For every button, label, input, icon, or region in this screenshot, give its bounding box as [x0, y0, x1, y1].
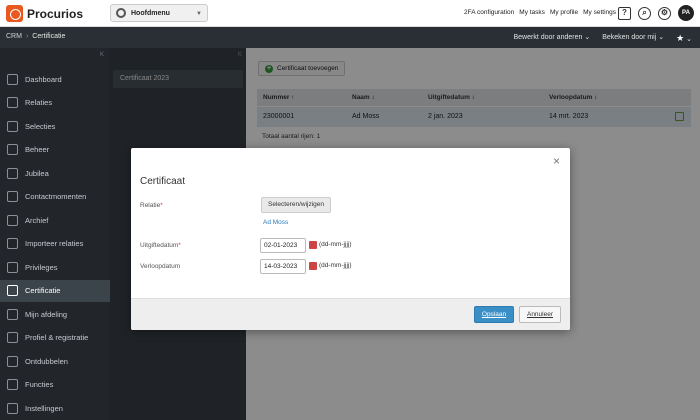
calendar-icon[interactable] [309, 262, 317, 270]
sidebar-item-label: Jubilea [25, 168, 49, 178]
certificate-modal: × Certificaat Relatie* Selecteren/wijzig… [131, 148, 570, 330]
top-links: 2FA configuration My tasks My profile My… [464, 9, 616, 16]
top-icons: ? ⌕ ⚙ PA [618, 5, 694, 21]
link-my-settings[interactable]: My settings [583, 9, 616, 16]
sidebar-item-importeer-relaties[interactable]: Importeer relaties [0, 233, 110, 255]
link-2fa-configuration[interactable]: 2FA configuration [464, 9, 514, 16]
sidebar-item-jubilea[interactable]: Jubilea [0, 162, 110, 184]
settings-icon [7, 402, 18, 414]
link-my-tasks[interactable]: My tasks [519, 9, 545, 16]
certificate-icon [7, 285, 18, 296]
expiry-date-format-hint: (dd-mm-jjjj) [319, 262, 352, 269]
sidebar-item-mijn-afdeling[interactable]: Mijn afdeling [0, 303, 110, 325]
breadcrumb-root[interactable]: CRM [6, 33, 22, 40]
sidebar-item-profiel-registratie[interactable]: Profiel & registratie [0, 327, 110, 349]
selected-relation-link[interactable]: Ad Moss [263, 219, 288, 226]
avatar[interactable]: PA [678, 5, 694, 21]
modal-title: Certificaat [140, 176, 186, 187]
crumbbar-actions: Bewerkt door anderen ⌄ Bekeken door mij … [514, 33, 693, 44]
sidebar-item-dashboard[interactable]: Dashboard [0, 68, 110, 90]
search-icon [7, 73, 18, 85]
procurios-logo-icon [6, 5, 23, 22]
main-menu-label: Hoofdmenu [131, 9, 170, 17]
help-icon[interactable]: ? [618, 6, 631, 20]
viewed-by-me-dropdown[interactable]: Bekeken door mij ⌄ [602, 33, 664, 44]
collapse-sidebar-icon[interactable]: K [100, 52, 104, 58]
sidebar-item-label: Functies [25, 380, 54, 389]
sidebar-item-label: Certificatie [25, 286, 61, 295]
sidebar-item-privileges[interactable]: Privileges [0, 256, 110, 278]
sidebar-item-archief[interactable]: Archief [0, 209, 110, 231]
sidebar-item-label: Contactmomenten [25, 192, 87, 201]
close-icon[interactable]: × [553, 154, 560, 168]
sidebar-item-label: Selecties [25, 121, 56, 131]
save-button[interactable]: Opslaan [474, 306, 514, 323]
issue-date-input[interactable]: 02-01-2023 [260, 238, 306, 253]
search-user-icon[interactable]: ⌕ [638, 6, 651, 20]
expiry-date-input[interactable]: 14-03-2023 [260, 259, 306, 274]
archive-icon [7, 214, 18, 226]
import-icon [7, 238, 18, 249]
issue-date-format-hint: (dd-mm-jjjj) [319, 241, 352, 248]
sidebar-item-label: Beheer [25, 145, 50, 154]
handshake-icon [7, 191, 18, 202]
sidebar-item-label: Archief [25, 215, 49, 225]
logo[interactable]: Procurios [6, 5, 83, 22]
manage-icon [7, 144, 18, 155]
main-menu-dropdown[interactable]: Hoofdmenu ▼ [110, 4, 208, 22]
sidebar-item-functies[interactable]: Functies [0, 374, 110, 396]
favorites-star-icon[interactable]: ★ ⌄ [676, 33, 692, 44]
relatie-label: Relatie* [140, 202, 163, 209]
edited-by-others-dropdown[interactable]: Bewerkt door anderen ⌄ [514, 33, 591, 44]
expiry-date-label: Verloopdatum [140, 263, 181, 270]
breadcrumb-separator: › [25, 33, 29, 40]
breadcrumb: CRM › Certificatie [6, 33, 65, 40]
sidebar-item-label: Ontdubbelen [25, 356, 68, 366]
select-relation-button[interactable]: Selecteren/wijzigen [261, 197, 332, 213]
link-my-profile[interactable]: My profile [550, 9, 578, 16]
issue-date-label: Uitgiftedatum* [140, 242, 181, 249]
chevron-down-icon: ▼ [196, 11, 202, 17]
sidebar-item-label: Profiel & registratie [25, 333, 89, 342]
sidebar-item-label: Dashboard [25, 74, 62, 84]
breadcrumb-current: Certificatie [32, 33, 66, 40]
sidebar-item-label: Mijn afdeling [25, 309, 68, 319]
sidebar-item-label: Relaties [25, 98, 53, 107]
top-bar: Procurios Hoofdmenu ▼ 2FA configuration … [0, 0, 700, 27]
breadcrumb-bar: CRM › Certificatie Bewerkt door anderen ⌄ … [0, 27, 700, 48]
sidebar-item-ontdubbelen[interactable]: Ontdubbelen [0, 350, 110, 372]
people-icon [7, 97, 18, 108]
profile-icon [7, 332, 18, 343]
building-icon [7, 308, 18, 320]
sidebar-item-beheer[interactable]: Beheer [0, 139, 110, 161]
sidebar-item-relaties[interactable]: Relaties [0, 92, 110, 114]
sidebar-item-selecties[interactable]: Selecties [0, 115, 110, 137]
merge-icon [7, 355, 18, 367]
gear-icon [116, 8, 126, 18]
sidebar-item-label: Privileges [25, 262, 58, 272]
cancel-button[interactable]: Annuleer [519, 306, 561, 323]
sidebar-item-certificatie[interactable]: Certificatie [0, 279, 110, 302]
functions-icon [7, 379, 18, 390]
logo-text: Procurios [27, 6, 84, 21]
settings-gear-icon[interactable]: ⚙ [658, 6, 671, 20]
calendar-icon[interactable] [309, 241, 317, 249]
sidebar-item-contactmomenten[interactable]: Contactmomenten [0, 186, 110, 208]
key-icon [7, 261, 18, 273]
sidebar-item-instellingen[interactable]: Instellingen [0, 397, 110, 419]
modal-footer: Opslaan Annuleer [131, 298, 570, 330]
medal-icon [7, 167, 18, 179]
sidebar-item-label: Instellingen [25, 403, 63, 413]
selection-icon [7, 120, 18, 132]
sidebar-item-label: Importeer relaties [25, 239, 84, 248]
